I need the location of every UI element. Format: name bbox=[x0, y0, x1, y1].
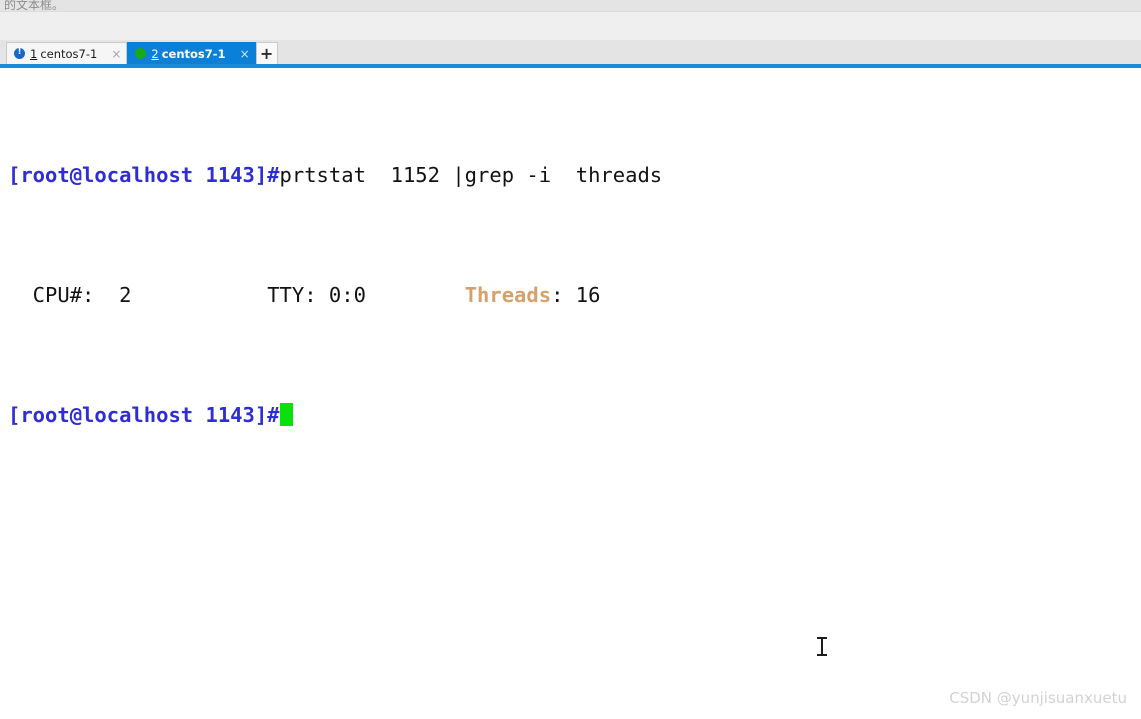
terminal-line-prompt: [root@localhost 1143]# bbox=[8, 400, 1141, 430]
terminal-output-area[interactable]: [root@localhost 1143]#prtstat 1152 |grep… bbox=[0, 68, 1141, 719]
terminal-cursor bbox=[279, 403, 293, 426]
cpu-count-field: CPU#: 2 bbox=[8, 283, 132, 307]
clipped-top-text: 的文本框。 bbox=[4, 0, 65, 12]
toolbar-band bbox=[0, 12, 1141, 40]
result-gap-1 bbox=[131, 283, 267, 307]
tab-title-label: centos7-1 bbox=[161, 46, 226, 61]
watermark-text: CSDN @yunjisuanxuetu bbox=[949, 689, 1127, 707]
tab-index-label: 2 bbox=[151, 46, 159, 61]
tab-close-icon[interactable]: × bbox=[240, 48, 250, 60]
shell-prompt: [root@localhost 1143]# bbox=[8, 163, 280, 187]
tty-field: TTY: 0:0 bbox=[267, 283, 366, 307]
threads-count-value: : 16 bbox=[551, 283, 601, 307]
clipped-top-strip: 的文本框。 bbox=[0, 0, 1141, 12]
result-gap-2 bbox=[366, 283, 465, 307]
tab-bar: 1 centos7-1 × 2 centos7-1 × + bbox=[0, 40, 1141, 64]
tab-title-label: centos7-1 bbox=[40, 46, 98, 61]
threads-match-highlight: Threads bbox=[464, 283, 552, 307]
tab-close-icon[interactable]: × bbox=[111, 48, 121, 60]
terminal-line-command: [root@localhost 1143]#prtstat 1152 |grep… bbox=[8, 160, 1141, 190]
shell-command-text: prtstat 1152 |grep -i threads bbox=[279, 163, 663, 187]
tab-index-label: 1 bbox=[30, 46, 38, 61]
terminal-line-result: CPU#: 2 TTY: 0:0 Threads: 16 bbox=[8, 280, 1141, 310]
tab-strip: 1 centos7-1 × 2 centos7-1 × + bbox=[6, 42, 278, 64]
tab-centos7-1-session-2[interactable]: 2 centos7-1 × bbox=[127, 42, 256, 64]
new-tab-plus-icon[interactable]: + bbox=[255, 42, 278, 64]
tab-centos7-1-session-1[interactable]: 1 centos7-1 × bbox=[6, 42, 128, 64]
shell-prompt: [root@localhost 1143]# bbox=[8, 403, 280, 427]
alert-circle-icon bbox=[14, 46, 25, 59]
green-dot-icon bbox=[135, 48, 147, 59]
